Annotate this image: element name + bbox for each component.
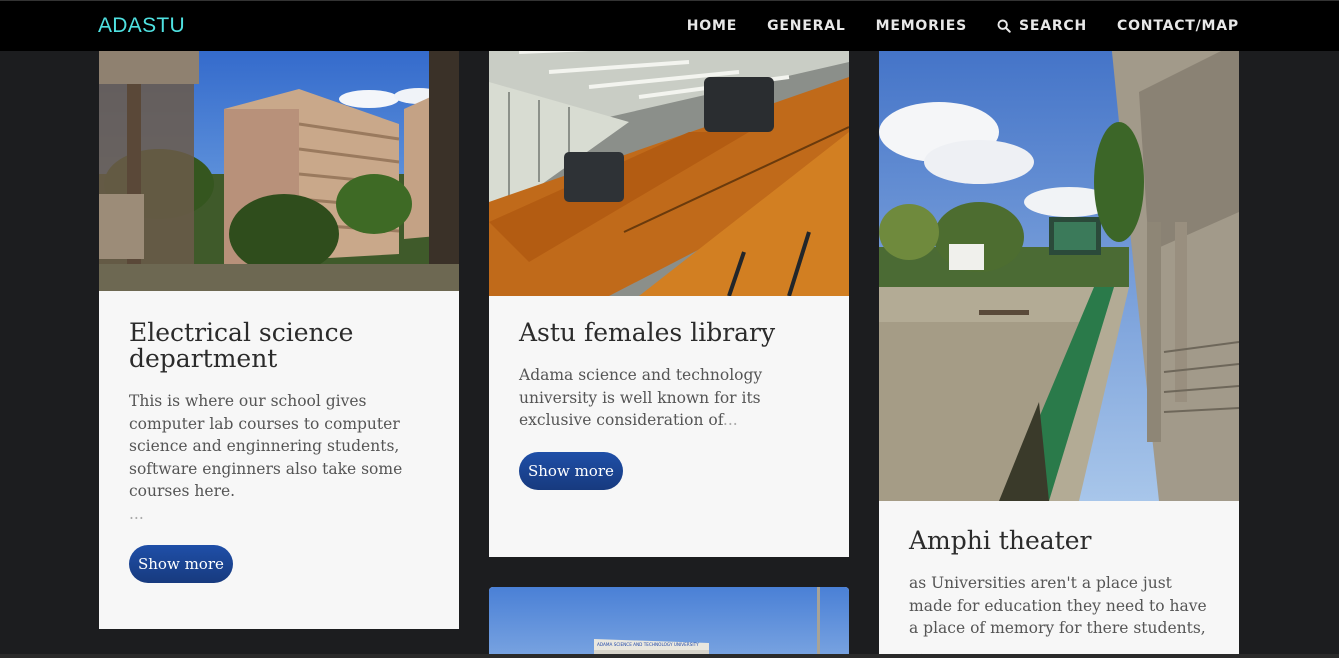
- nav-search[interactable]: SEARCH: [997, 18, 1087, 34]
- card-electrical-science: Electrical science department This is wh…: [99, 24, 459, 629]
- nav-general-label: GENERAL: [767, 18, 846, 34]
- campus-gate-photo: ADAMA SCIENCE AND TECHNOLOGY UNIVERSITY: [489, 587, 849, 658]
- gate-sign-text: ADAMA SCIENCE AND TECHNOLOGY UNIVERSITY: [597, 642, 699, 647]
- nav-contact-map[interactable]: CONTACT/MAP: [1117, 18, 1239, 34]
- amphitheater-photo: [879, 22, 1239, 501]
- card-text: as Universities aren't a place just made…: [909, 572, 1211, 658]
- nav-home[interactable]: HOME: [687, 18, 737, 34]
- library-photo: [489, 22, 849, 296]
- bottom-scroll-bar: [0, 654, 1339, 658]
- nav-contact-label: CONTACT/MAP: [1117, 18, 1239, 34]
- card-ellipsis: ...: [722, 411, 738, 429]
- nav-memories-label: MEMORIES: [875, 18, 967, 34]
- building-photo: [99, 24, 459, 291]
- nav-home-label: HOME: [686, 18, 738, 34]
- card-title: Electrical science department: [129, 318, 354, 373]
- card-title: Amphi theater: [909, 526, 1092, 555]
- card-body: Electrical science department This is wh…: [129, 320, 431, 583]
- nav-search-label: SEARCH: [1018, 18, 1088, 34]
- brand-logo[interactable]: ADASTU: [98, 14, 185, 38]
- navbar: ADASTU HOME GENERAL MEMORIES SEARCH CONT…: [0, 0, 1339, 51]
- card-text-content: This is where our school gives computer …: [129, 392, 403, 500]
- card-text: Adama science and technology university …: [519, 364, 821, 432]
- nav-links: HOME GENERAL MEMORIES SEARCH CONTACT/MAP: [687, 18, 1239, 34]
- show-more-button[interactable]: Show more: [519, 451, 623, 490]
- nav-memories[interactable]: MEMORIES: [876, 18, 967, 34]
- card-campus-gate: ADAMA SCIENCE AND TECHNOLOGY UNIVERSITY: [489, 587, 849, 658]
- card-title: Astu females library: [519, 318, 776, 347]
- show-more-button[interactable]: Show more: [129, 545, 233, 583]
- card-text: This is where our school gives computer …: [129, 390, 431, 525]
- card-ellipsis: ...: [129, 504, 144, 523]
- card-females-library: Astu females library Adama science and t…: [489, 22, 849, 557]
- card-body: Amphi theater as Universities aren't a p…: [909, 528, 1211, 658]
- card-amphi-theater: Amphi theater as Universities aren't a p…: [879, 22, 1239, 658]
- search-icon: [997, 19, 1011, 33]
- card-body: Astu females library Adama science and t…: [519, 320, 821, 490]
- nav-general[interactable]: GENERAL: [767, 18, 845, 34]
- card-text-content: as Universities aren't a place just made…: [909, 574, 1207, 637]
